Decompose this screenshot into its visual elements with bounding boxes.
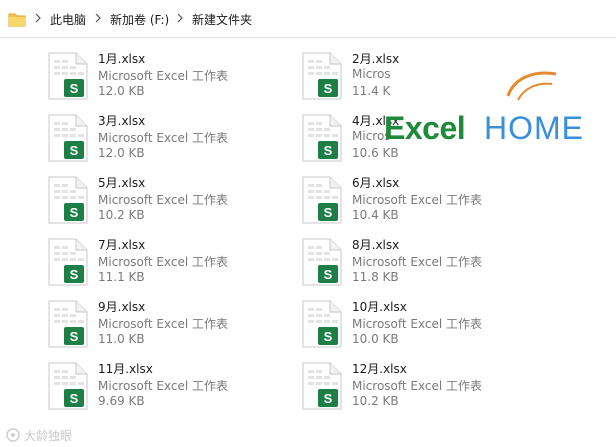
file-size: 12.0 KB [98,146,145,160]
file-size: 9.69 KB [98,394,145,408]
file-name: 6月.xlsx [352,176,400,190]
file-item[interactable]: S 3月.xlsx Microsoft Excel 工作表 12.0 KB [48,112,298,168]
spreadsheet-file-icon: S [302,176,342,224]
chevron-right-icon[interactable] [34,12,42,24]
file-size: 10.2 KB [98,208,145,222]
file-size: 11.8 KB [352,270,399,284]
breadcrumb-drive[interactable]: 新加卷 (F:) [110,11,169,28]
file-icon-letter: S [70,391,79,406]
spreadsheet-file-icon: S [48,176,88,224]
file-icon-letter: S [70,205,79,220]
file-type: Microsoft Excel 工作表 [98,69,229,83]
chevron-right-icon[interactable] [176,12,184,24]
file-name: 5月.xlsx [98,176,146,190]
file-type: Microsoft Excel 工作表 [98,255,229,269]
watermark-logo-icon [6,428,20,442]
spreadsheet-file-icon: S [302,52,342,100]
file-size: 11.1 KB [98,270,145,284]
spreadsheet-file-icon: S [48,114,88,162]
address-bar[interactable]: 此电脑 新加卷 (F:) 新建文件夹 [0,0,616,38]
file-icon-letter: S [70,81,79,96]
file-name: 12月.xlsx [352,362,407,376]
file-name: 9月.xlsx [98,300,146,314]
file-type: Microsoft Excel 工作表 [352,193,483,207]
spreadsheet-file-icon: S [302,362,342,410]
chevron-right-icon[interactable] [94,12,102,24]
file-icon-letter: S [70,143,79,158]
logo-swoosh-icon [506,71,557,101]
file-item[interactable]: S 11月.xlsx Microsoft Excel 工作表 9.69 KB [48,360,298,416]
file-item[interactable]: S 8月.xlsx Microsoft Excel 工作表 11.8 KB [302,236,552,292]
file-type: Microsoft Excel 工作表 [98,131,229,145]
breadcrumb-this-pc[interactable]: 此电脑 [50,11,86,28]
file-icon-letter: S [324,329,333,344]
spreadsheet-file-icon: S [302,300,342,348]
file-item[interactable]: S 7月.xlsx Microsoft Excel 工作表 11.1 KB [48,236,298,292]
file-item[interactable]: S 6月.xlsx Microsoft Excel 工作表 10.4 KB [302,174,552,230]
file-icon-letter: S [324,267,333,282]
file-name: 10月.xlsx [352,300,407,314]
file-icon-letter: S [324,205,333,220]
spreadsheet-file-icon: S [302,114,342,162]
file-size: 11.0 KB [98,332,145,346]
file-type: Microsoft Excel 工作表 [352,255,483,269]
folder-icon [8,13,26,27]
file-size: 10.2 KB [352,394,399,408]
file-icon-letter: S [324,391,333,406]
file-name: 7月.xlsx [98,238,146,252]
file-type: Microsoft Excel 工作表 [98,317,229,331]
file-icon-letter: S [70,329,79,344]
excelhome-logo: Excel HOME [384,66,594,148]
file-icon-letter: S [324,143,333,158]
file-item[interactable]: S 5月.xlsx Microsoft Excel 工作表 10.2 KB [48,174,298,230]
spreadsheet-file-icon: S [48,362,88,410]
file-item[interactable]: S 9月.xlsx Microsoft Excel 工作表 11.0 KB [48,298,298,354]
logo-excel-text: Excel [384,110,466,146]
file-name: 3月.xlsx [98,114,146,128]
file-icon-letter: S [70,267,79,282]
spreadsheet-file-icon: S [48,300,88,348]
watermark-text: 大龄独眼 [24,428,73,443]
file-item[interactable]: S 12月.xlsx Microsoft Excel 工作表 10.2 KB [302,360,552,416]
file-size: 10.4 KB [352,208,399,222]
file-size: 12.0 KB [98,84,145,98]
file-icon-letter: S [324,81,333,96]
file-name: 1月.xlsx [98,52,146,66]
breadcrumb-new-folder[interactable]: 新建文件夹 [192,11,252,28]
watermark: 大龄独眼 [6,427,72,443]
spreadsheet-file-icon: S [48,52,88,100]
file-item[interactable]: S 10月.xlsx Microsoft Excel 工作表 10.0 KB [302,298,552,354]
file-type: Microsoft Excel 工作表 [352,379,483,393]
file-name: 8月.xlsx [352,238,400,252]
file-item[interactable]: S 1月.xlsx Microsoft Excel 工作表 12.0 KB [48,50,298,106]
file-type: Microsoft Excel 工作表 [98,193,229,207]
file-size: 10.0 KB [352,332,399,346]
file-name: 11月.xlsx [98,362,153,376]
logo-home-text: HOME [484,110,584,146]
file-name: 2月.xlsx [352,52,400,66]
file-type: Microsoft Excel 工作表 [352,317,483,331]
file-size: 10.6 KB [352,146,399,160]
spreadsheet-file-icon: S [48,238,88,286]
file-type: Microsoft Excel 工作表 [98,379,229,393]
spreadsheet-file-icon: S [302,238,342,286]
